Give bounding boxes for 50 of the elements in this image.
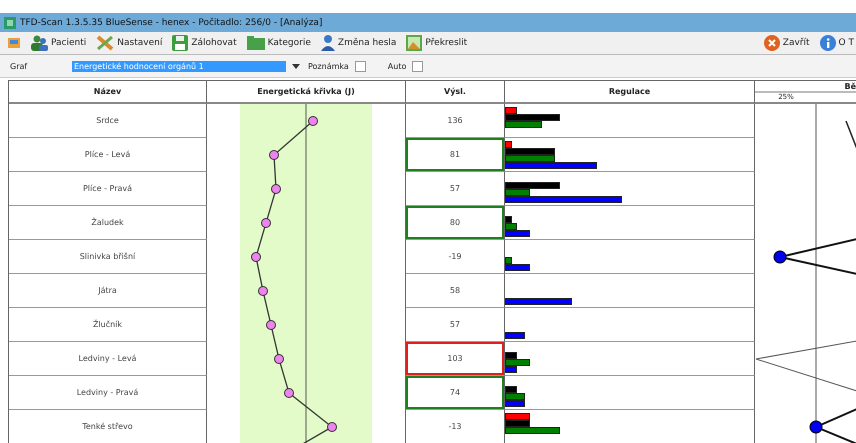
toolbar-button[interactable]: Zavřít xyxy=(764,35,810,51)
column-header: Název xyxy=(9,81,207,104)
column-header: Výsl. xyxy=(406,81,505,104)
table-cell: Tenké střevo xyxy=(9,410,207,443)
column-header: Bě xyxy=(755,82,856,93)
floppy-icon xyxy=(172,35,188,51)
close-icon xyxy=(764,35,780,51)
table-cell: Játra xyxy=(9,274,207,308)
app-menu-button[interactable] xyxy=(8,37,20,49)
table-cell: Srdce xyxy=(9,104,207,138)
toolbar-button[interactable]: Kategorie xyxy=(246,36,311,50)
column-header: Regulace xyxy=(505,81,755,104)
table-cell: Žaludek xyxy=(9,206,207,240)
window-icon xyxy=(8,37,20,49)
image-icon xyxy=(406,35,422,51)
toolbar-button[interactable]: Změna hesla xyxy=(320,35,396,51)
graph-label: Graf xyxy=(10,62,28,70)
result-cell-text: -19 xyxy=(447,251,463,263)
table-cell: Žlučník xyxy=(9,308,207,342)
option-label: Poznámka xyxy=(308,62,349,70)
caret-icon[interactable] xyxy=(292,64,300,68)
table-cell: Ledviny - Pravá xyxy=(9,376,207,410)
table-cell: Plíce - Pravá xyxy=(9,172,207,206)
result-cell-text: 57 xyxy=(448,319,462,331)
tools-icon xyxy=(96,35,114,51)
info-icon xyxy=(820,35,836,51)
table-cell: Plíce - Levá xyxy=(9,138,207,172)
result-cell: 80 xyxy=(406,206,504,239)
toolbar-button[interactable]: O T xyxy=(820,35,854,51)
result-cell-text: 58 xyxy=(448,285,462,297)
result-cell-text: 136 xyxy=(446,115,464,127)
folder-icon xyxy=(246,36,265,50)
toolbar-button[interactable]: Pacienti xyxy=(30,35,86,51)
result-cell: 81 xyxy=(406,138,504,171)
result-cell: 74 xyxy=(406,376,504,409)
result-cell-text: 57 xyxy=(448,183,462,195)
result-cell: 103 xyxy=(406,342,504,375)
table-cell: Slinivka břišní xyxy=(9,240,207,274)
table-cell: Ledviny - Levá xyxy=(9,342,207,376)
result-cell-text: -13 xyxy=(447,421,463,433)
toolbar-button[interactable]: Překreslit xyxy=(406,35,468,51)
window-title: TFD-Scan 1.3.5.35 BlueSense - henex - Počitadlo: 256/0 - [Analýza] xyxy=(20,18,322,28)
app-icon xyxy=(4,16,16,28)
option-label: Auto xyxy=(388,62,406,70)
user-icon xyxy=(320,35,335,51)
toolbar-button[interactable]: Nastavení xyxy=(96,35,162,51)
people-icon xyxy=(30,35,48,51)
checkbox[interactable] xyxy=(354,60,366,72)
toolbar-button[interactable]: Zálohovat xyxy=(172,35,237,51)
checkbox[interactable] xyxy=(412,60,424,72)
